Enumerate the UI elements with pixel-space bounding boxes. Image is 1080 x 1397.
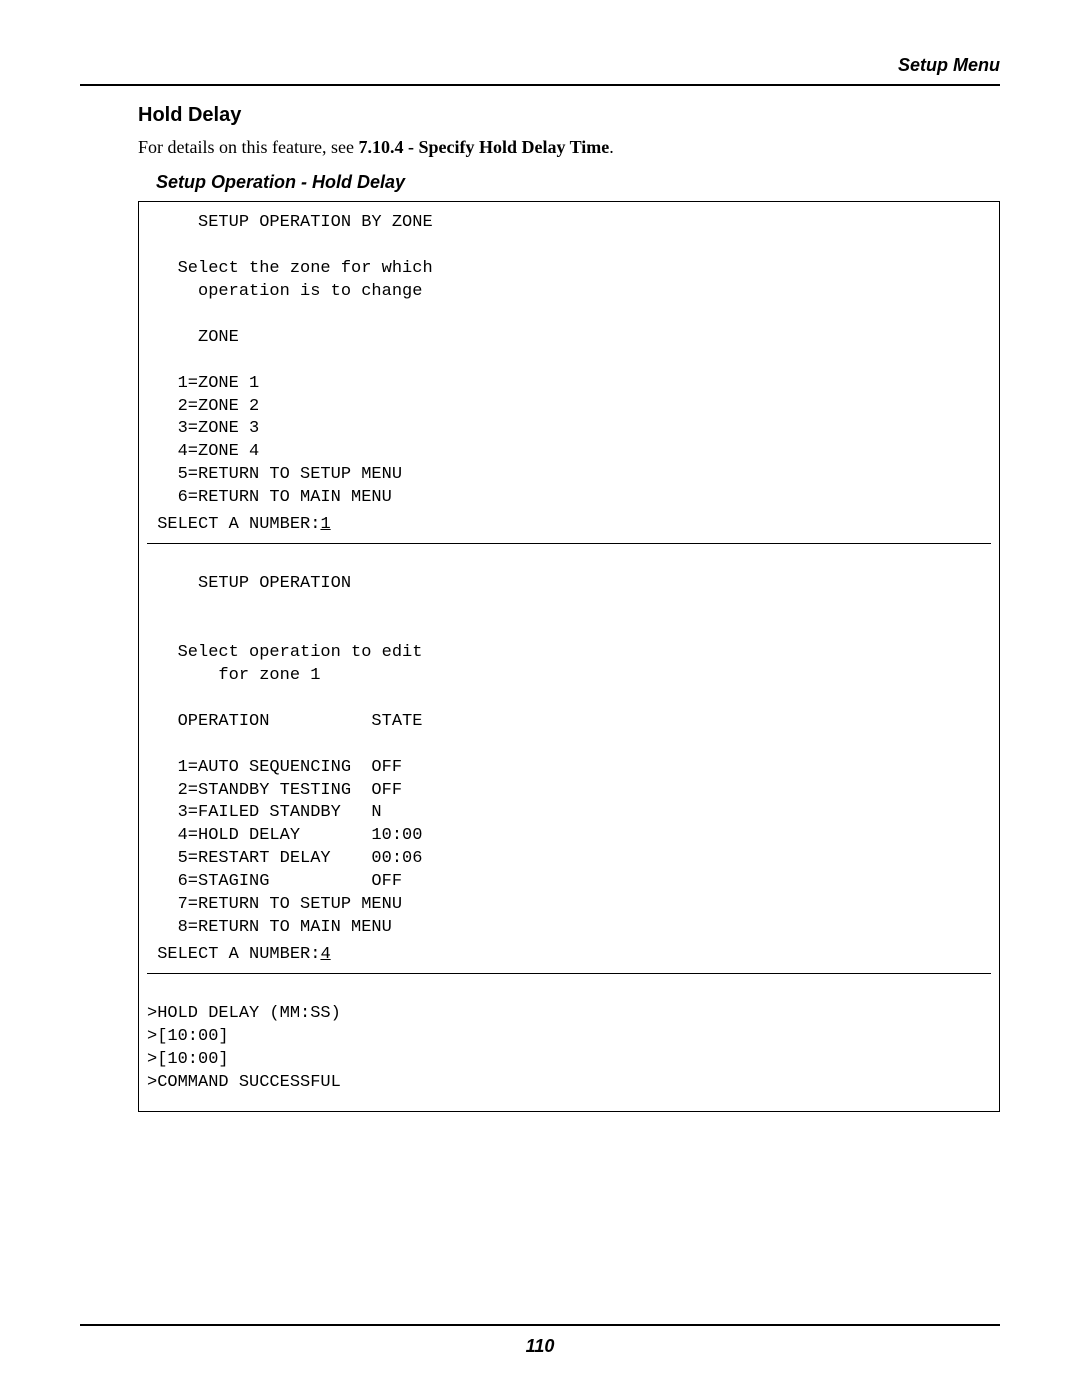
section-title: Hold Delay xyxy=(138,104,1000,127)
header-label: Setup Menu xyxy=(898,55,1000,75)
terminal-block-1: SETUP OPERATION BY ZONE Select the zone … xyxy=(147,212,991,514)
terminal-prompt-2: SELECT A NUMBER:4 xyxy=(147,944,991,971)
prompt1-value: 1 xyxy=(320,515,330,534)
page-footer: 110 xyxy=(80,1324,1000,1357)
intro-paragraph: For details on this feature, see 7.10.4 … xyxy=(138,137,1000,158)
terminal-divider-2 xyxy=(147,973,991,974)
page-header: Setup Menu xyxy=(80,55,1000,86)
terminal-block-2: SETUP OPERATION Select operation to edit… xyxy=(147,550,991,944)
figure-caption: Setup Operation - Hold Delay xyxy=(156,172,1000,193)
prompt2-label: SELECT A NUMBER: xyxy=(147,945,320,964)
terminal-prompt-1: SELECT A NUMBER:1 xyxy=(147,514,991,541)
intro-suffix: . xyxy=(609,137,614,157)
page-number: 110 xyxy=(526,1336,555,1356)
prompt1-label: SELECT A NUMBER: xyxy=(147,515,320,534)
terminal-output: SETUP OPERATION BY ZONE Select the zone … xyxy=(138,201,1000,1112)
terminal-divider-1 xyxy=(147,543,991,544)
prompt2-value: 4 xyxy=(320,945,330,964)
document-page: Setup Menu Hold Delay For details on thi… xyxy=(0,0,1080,1397)
intro-prefix: For details on this feature, see xyxy=(138,137,358,157)
intro-reference: 7.10.4 - Specify Hold Delay Time xyxy=(358,137,609,157)
page-content: Hold Delay For details on this feature, … xyxy=(80,104,1000,1112)
terminal-block-3: >HOLD DELAY (MM:SS) >[10:00] >[10:00] >C… xyxy=(147,980,991,1099)
